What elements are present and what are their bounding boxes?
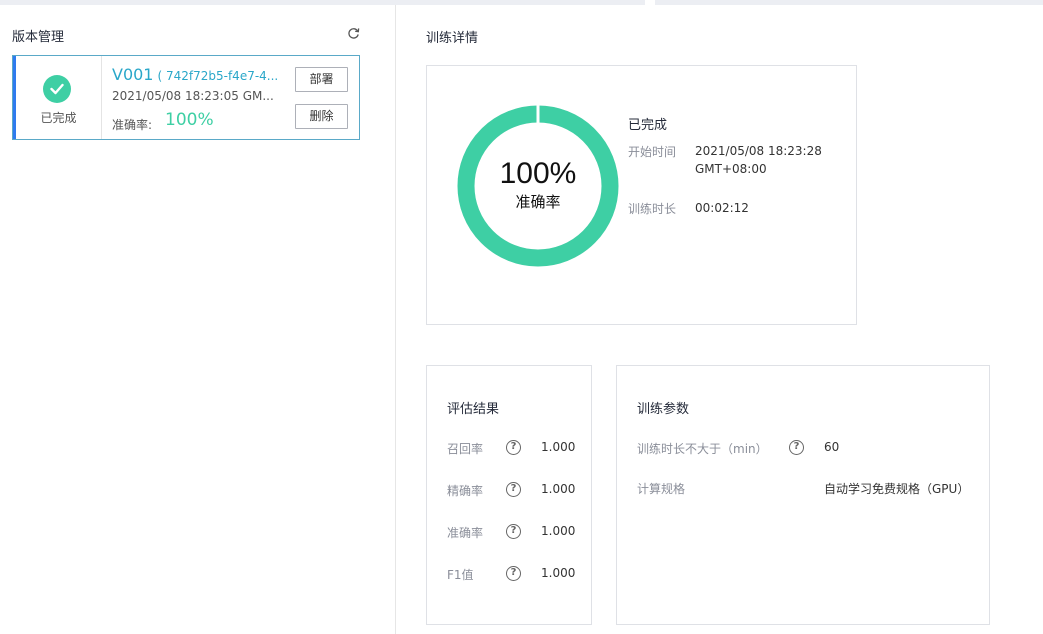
metric-value: 1.000 <box>541 440 576 454</box>
start-time-label: 开始时间 <box>628 145 677 159</box>
ring-percentage: 100% <box>499 157 577 190</box>
version-accuracy-value: 100% <box>165 110 214 130</box>
param-label: 训练时长不大于（min） <box>637 442 768 456</box>
top-strip <box>0 0 1043 5</box>
metric-value: 1.000 <box>541 482 576 496</box>
start-time-line2: GMT+08:00 <box>695 162 767 176</box>
help-icon[interactable]: ? <box>506 440 521 455</box>
training-status: 已完成 <box>628 118 668 133</box>
version-card[interactable]: 已完成 V001( 742f72b5-f4e7-4... 2021/05/08 … <box>12 55 360 140</box>
metric-label: F1值 <box>447 568 474 582</box>
version-status-column: 已完成 <box>16 56 102 139</box>
duration-label: 训练时长 <box>628 202 677 216</box>
metric-value: 1.000 <box>541 566 576 580</box>
check-circle-icon <box>43 75 71 103</box>
version-name[interactable]: V001( 742f72b5-f4e7-4... <box>112 65 278 84</box>
help-icon[interactable]: ? <box>789 440 804 455</box>
version-hash: ( 742f72b5-f4e7-4... <box>157 69 279 83</box>
training-summary-card: 100% 准确率 已完成 开始时间 2021/05/08 18:23:28 GM… <box>426 65 857 325</box>
training-params-card: 训练参数 训练时长不大于（min） ? 60 计算规格 自动学习免费规格（GPU… <box>616 365 990 625</box>
start-time-line1: 2021/05/08 18:23:28 <box>695 144 822 158</box>
version-management-title: 版本管理 <box>12 30 65 45</box>
param-label: 计算规格 <box>637 482 686 496</box>
metric-value: 1.000 <box>541 524 576 538</box>
delete-button[interactable]: 删除 <box>295 104 348 129</box>
refresh-icon[interactable] <box>347 27 361 41</box>
metric-label: 准确率 <box>447 526 484 540</box>
duration-value: 00:02:12 <box>695 201 749 215</box>
evaluation-title: 评估结果 <box>447 402 500 417</box>
version-accuracy-label: 准确率: <box>112 118 153 132</box>
top-notch <box>645 0 655 5</box>
training-detail-title: 训练详情 <box>426 31 479 46</box>
metric-label: 精确率 <box>447 484 484 498</box>
params-title: 训练参数 <box>637 402 690 417</box>
evaluation-card: 评估结果 召回率 ? 1.000 精确率 ? 1.000 准确率 ? 1.000… <box>426 365 592 625</box>
help-icon[interactable]: ? <box>506 482 521 497</box>
help-icon[interactable]: ? <box>506 566 521 581</box>
version-label: V001 <box>112 65 154 84</box>
deploy-button[interactable]: 部署 <box>295 67 348 92</box>
help-icon[interactable]: ? <box>506 524 521 539</box>
start-time-value: 2021/05/08 18:23:28 GMT+08:00 <box>695 142 822 178</box>
metric-label: 召回率 <box>447 442 484 456</box>
param-value: 自动学习免费规格（GPU） <box>824 482 970 496</box>
panel-divider <box>395 5 396 634</box>
ring-label: 准确率 <box>515 193 561 211</box>
version-status: 已完成 <box>40 111 77 125</box>
version-time: 2021/05/08 18:23:05 GM... <box>112 89 274 103</box>
param-value: 60 <box>824 440 840 454</box>
